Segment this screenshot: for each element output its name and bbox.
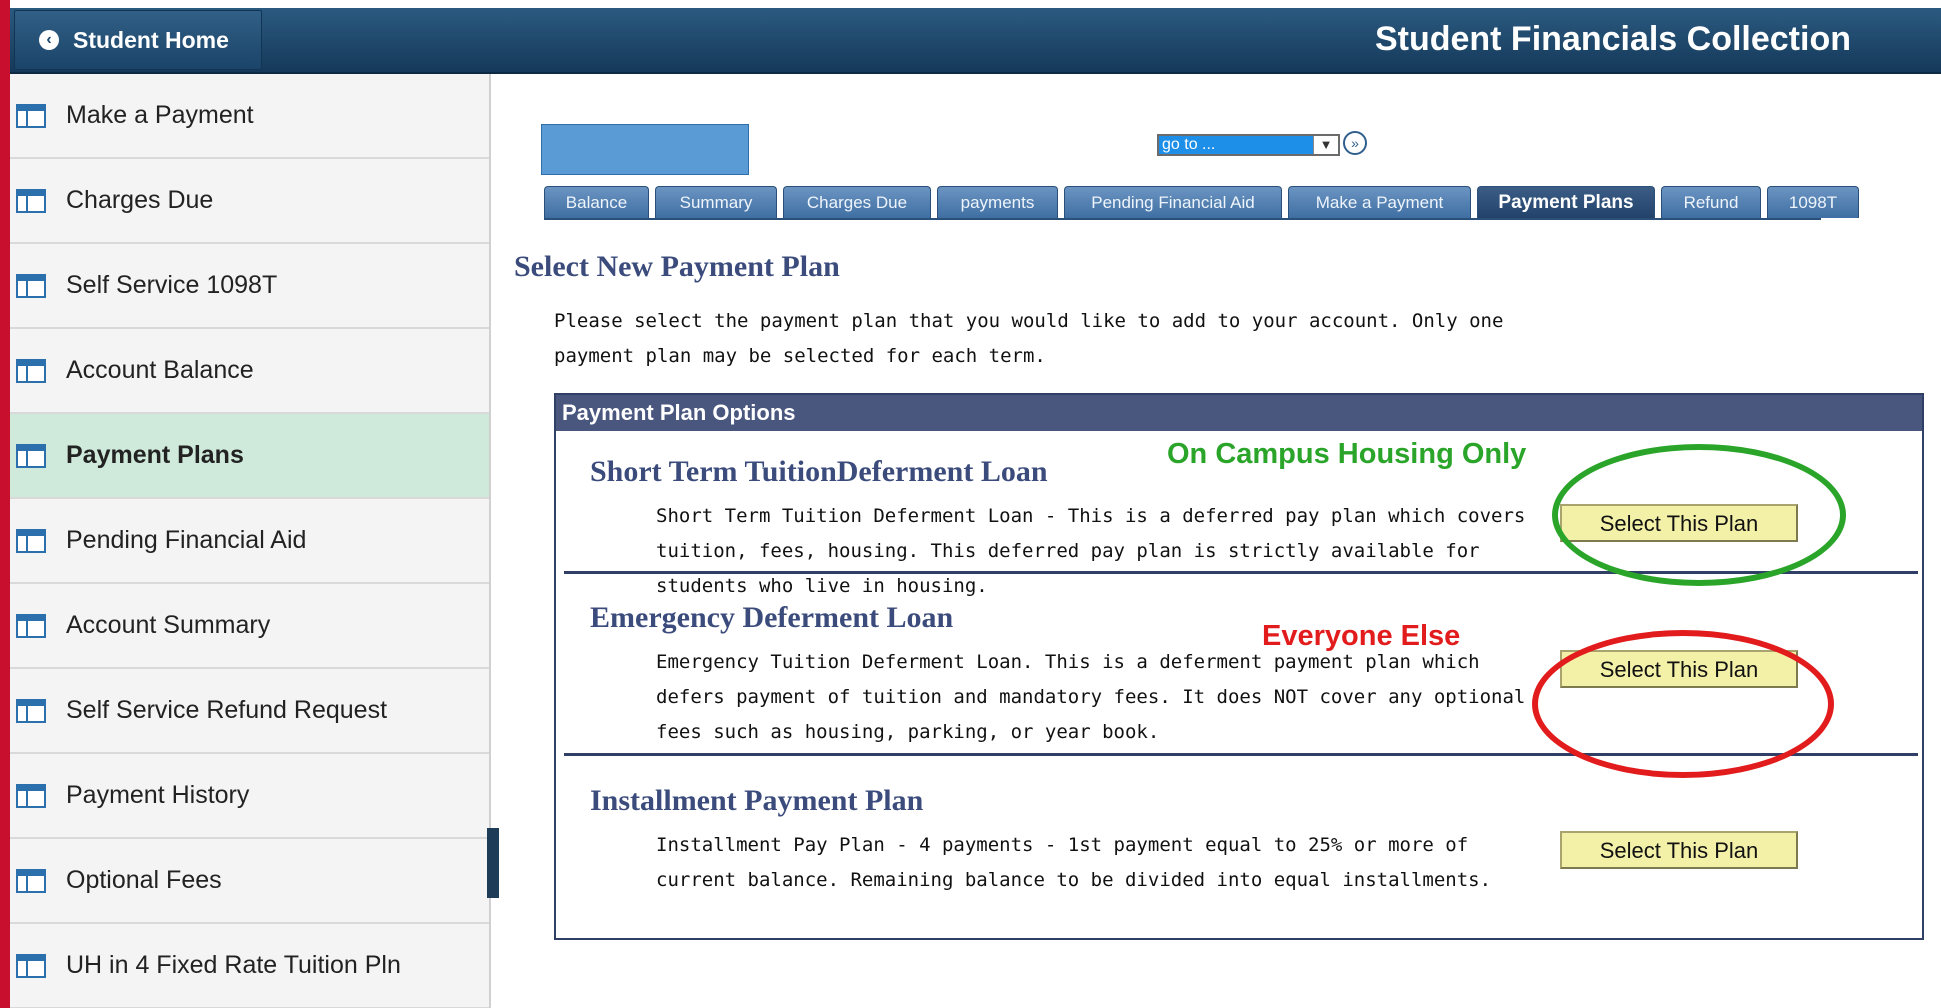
top-bar: ‹ Student Home Student Financials Collec… [10, 8, 1941, 74]
go-icon[interactable]: » [1343, 131, 1367, 155]
plan-installment: Installment Payment Plan Installment Pay… [564, 756, 1914, 936]
sidebar-item-account-balance[interactable]: Account Balance [10, 329, 489, 414]
page-icon [16, 103, 46, 128]
sidebar-item-label: Account Balance [66, 356, 254, 384]
sidebar-item-self-service-1098t[interactable]: Self Service 1098T [10, 244, 489, 329]
sidebar-item-label: Make a Payment [66, 101, 254, 129]
annotation-on-campus: On Campus Housing Only [1167, 438, 1527, 470]
sidebar-item-label: Self Service 1098T [66, 271, 278, 299]
sidebar-item-make-a-payment[interactable]: Make a Payment [10, 74, 489, 159]
tab-charges-due[interactable]: Charges Due [783, 186, 931, 218]
page-icon [16, 273, 46, 298]
sidebar-item-label: Self Service Refund Request [66, 696, 388, 724]
sidebar-item-label: Pending Financial Aid [66, 526, 307, 554]
sidebar-item-charges-due[interactable]: Charges Due [10, 159, 489, 244]
sidebar-item-account-summary[interactable]: Account Summary [10, 584, 489, 669]
sidebar-item-label: UH in 4 Fixed Rate Tuition Pln [66, 951, 401, 979]
tab-payment-plans[interactable]: Payment Plans [1477, 186, 1655, 218]
tab-underline [544, 218, 1821, 220]
sidebar-item-uh-in-4[interactable]: UH in 4 Fixed Rate Tuition Pln [10, 924, 489, 1008]
page-icon [16, 443, 46, 468]
red-highlight-circle [1532, 630, 1834, 778]
chevron-down-icon: ▼ [1313, 136, 1338, 154]
page-icon [16, 613, 46, 638]
options-header: Payment Plan Options [556, 395, 1922, 431]
plan-title: Short Term TuitionDeferment Loan [590, 455, 1048, 488]
sidebar-item-refund-request[interactable]: Self Service Refund Request [10, 669, 489, 754]
sidebar-item-payment-plans[interactable]: Payment Plans [10, 414, 489, 499]
sidebar-item-optional-fees[interactable]: Optional Fees [10, 839, 489, 924]
select-plan-button[interactable]: Select This Plan [1560, 831, 1798, 869]
tab-make-a-payment[interactable]: Make a Payment [1288, 186, 1471, 218]
sidebar-item-label: Account Summary [66, 611, 271, 639]
sidebar-item-label: Optional Fees [66, 866, 222, 894]
plan-title: Emergency Deferment Loan [590, 601, 954, 634]
page-icon [16, 953, 46, 978]
sidebar-collapse-handle[interactable] [487, 828, 499, 898]
tab-refund[interactable]: Refund [1661, 186, 1761, 218]
green-highlight-circle [1552, 444, 1846, 586]
tab-payments[interactable]: payments [937, 186, 1058, 218]
chevron-left-icon: ‹ [39, 30, 59, 50]
sidebar-item-label: Payment History [66, 781, 250, 809]
app-title: Student Financials Collection [1374, 20, 1851, 58]
page-icon [16, 783, 46, 808]
sidebar-item-label: Payment Plans [66, 441, 244, 469]
student-home-button[interactable]: ‹ Student Home [14, 10, 262, 70]
plan-title: Installment Payment Plan [590, 784, 924, 817]
intro-text: Please select the payment plan that you … [554, 310, 1504, 367]
page-icon [16, 868, 46, 893]
page-icon [16, 358, 46, 383]
page-icon [16, 528, 46, 553]
tab-balance[interactable]: Balance [544, 186, 649, 218]
goto-selected: go to ... [1162, 136, 1216, 153]
tab-1098t[interactable]: 1098T [1767, 186, 1859, 218]
student-home-label: Student Home [73, 26, 229, 53]
page-title: Select New Payment Plan [514, 250, 840, 283]
tab-pending-financial-aid[interactable]: Pending Financial Aid [1064, 186, 1282, 218]
sidebar-item-payment-history[interactable]: Payment History [10, 754, 489, 839]
main-content: go to ... ▼ » Balance Summary Charges Du… [500, 74, 1941, 1008]
annotation-everyone-else: Everyone Else [1262, 620, 1461, 652]
tab-summary[interactable]: Summary [655, 186, 777, 218]
page-icon [16, 698, 46, 723]
sidebar-item-pending-financial-aid[interactable]: Pending Financial Aid [10, 499, 489, 584]
page-icon [16, 188, 46, 213]
plan-description: Emergency Tuition Deferment Loan. This i… [656, 651, 1526, 743]
student-name-box [541, 124, 749, 175]
page: ‹ Student Home Student Financials Collec… [10, 0, 1941, 1008]
sidebar: Make a Payment Charges Due Self Service … [10, 74, 491, 1008]
plan-description: Installment Pay Plan - 4 payments - 1st … [656, 834, 1492, 891]
goto-select[interactable]: go to ... ▼ [1157, 134, 1340, 156]
sidebar-item-label: Charges Due [66, 186, 214, 214]
